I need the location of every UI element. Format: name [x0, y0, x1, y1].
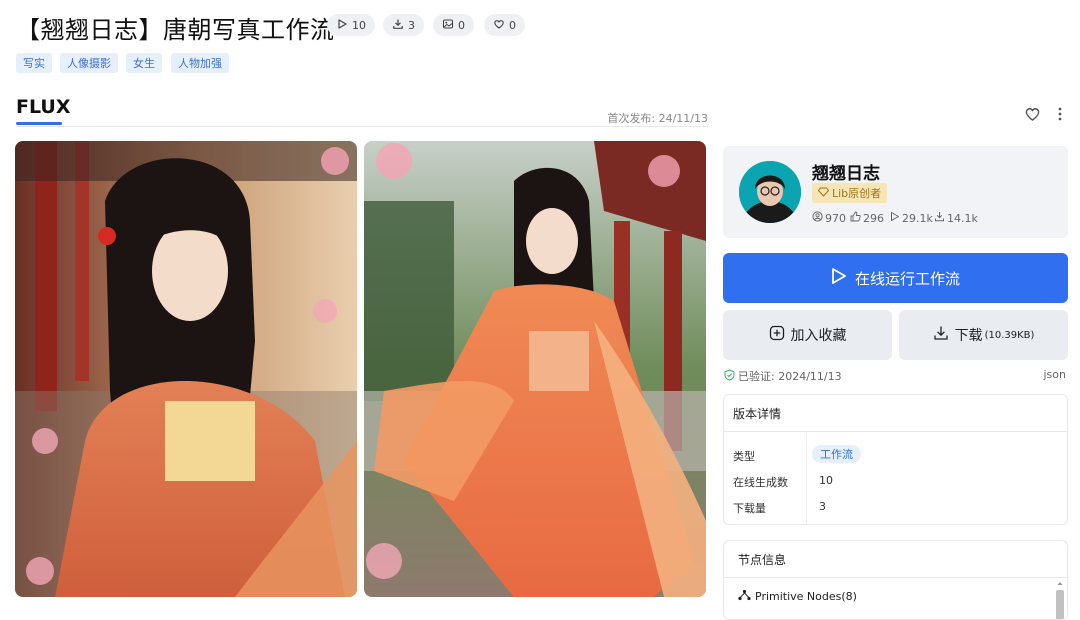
tab-flux[interactable]: FLUX [16, 96, 71, 118]
preview-image-2[interactable] [364, 141, 706, 597]
followers-stat: 970 [812, 211, 846, 225]
preview-image-1[interactable] [15, 141, 357, 597]
active-tab-indicator [16, 122, 62, 125]
tag-girl[interactable]: 女生 [126, 53, 162, 73]
likes-stat: 296 [850, 211, 884, 225]
download-icon [933, 325, 949, 345]
plus-square-icon [769, 325, 785, 345]
download-button[interactable]: 下载 (10.39KB) [899, 310, 1068, 360]
node-list-item[interactable]: Primitive Nodes(8) [738, 589, 857, 604]
creator-badge: Lib原创者 [812, 183, 888, 203]
node-item-label: Primitive Nodes(8) [755, 590, 857, 603]
json-link[interactable]: json [1000, 368, 1067, 381]
heart-icon[interactable] [1022, 104, 1042, 124]
details-divider [806, 433, 807, 524]
verified-status: 已验证: 2024/11/13 [724, 368, 842, 384]
more-options-icon[interactable] [1050, 104, 1070, 124]
verified-date: 已验证: 2024/11/13 [738, 370, 842, 383]
node-tree-icon [738, 589, 751, 604]
add-to-favorites-button[interactable]: 加入收藏 [723, 310, 892, 360]
image-count: 0 [458, 18, 465, 32]
detail-label-online-generations: 在线生成数 [733, 476, 788, 489]
detail-value-online-generations: 10 [819, 474, 833, 487]
user-icon [812, 211, 823, 225]
download-count-chip: 3 [383, 14, 424, 36]
download-icon [392, 18, 404, 33]
heart-icon [493, 18, 505, 33]
run-workflow-button[interactable]: 在线运行工作流 [723, 253, 1068, 303]
download-icon [934, 211, 945, 225]
image-count-chip: 0 [433, 14, 474, 36]
publish-date: 首次发布: 24/11/13 [607, 112, 708, 125]
detail-value-downloads: 3 [819, 500, 826, 513]
detail-value-type: 工作流 [812, 445, 861, 463]
version-details-panel: 版本详情 类型 工作流 在线生成数 10 下载量 3 [723, 394, 1068, 525]
runs-count: 29.1k [902, 211, 933, 225]
run-count: 10 [352, 18, 366, 32]
author-name[interactable]: 翘翘日志 [812, 159, 880, 184]
play-icon [889, 211, 900, 225]
favorite-count-chip[interactable]: 0 [484, 14, 525, 36]
download-label: 下载 [954, 328, 983, 344]
download-count: 3 [408, 18, 415, 32]
run-workflow-label: 在线运行工作流 [854, 269, 960, 288]
detail-label-downloads: 下载量 [733, 502, 766, 515]
followers-count: 970 [825, 211, 846, 225]
creator-badge-label: Lib原创者 [832, 187, 882, 200]
tag-portrait-photography[interactable]: 人像摄影 [60, 53, 118, 73]
likes-count: 296 [863, 211, 884, 225]
run-count-chip: 10 [327, 14, 375, 36]
tag-realistic[interactable]: 写实 [16, 53, 52, 73]
node-list-scrollbar[interactable] [1055, 578, 1065, 619]
avatar[interactable] [739, 161, 801, 223]
add-to-favorites-label: 加入收藏 [790, 328, 847, 344]
play-icon [336, 18, 348, 33]
node-info-title: 节点信息 [724, 541, 1067, 578]
favorite-count: 0 [509, 18, 516, 32]
downloads-stat: 14.1k [934, 211, 978, 225]
detail-label-type: 类型 [733, 450, 755, 463]
diamond-icon [817, 187, 830, 200]
play-icon [831, 267, 847, 289]
image-icon [442, 18, 454, 33]
downloads-count: 14.1k [947, 211, 978, 225]
version-details-title: 版本详情 [724, 395, 1067, 432]
like-icon [850, 211, 861, 225]
tab-divider [16, 126, 708, 127]
page-title: 【翘翘日志】唐朝写真工作流 [16, 16, 335, 44]
node-info-panel: 节点信息 Primitive Nodes(8) [723, 540, 1068, 620]
tag-character-enhance[interactable]: 人物加强 [171, 53, 229, 73]
runs-stat: 29.1k [889, 211, 933, 225]
download-size: (10.39KB) [984, 329, 1035, 341]
shield-check-icon [724, 368, 735, 384]
